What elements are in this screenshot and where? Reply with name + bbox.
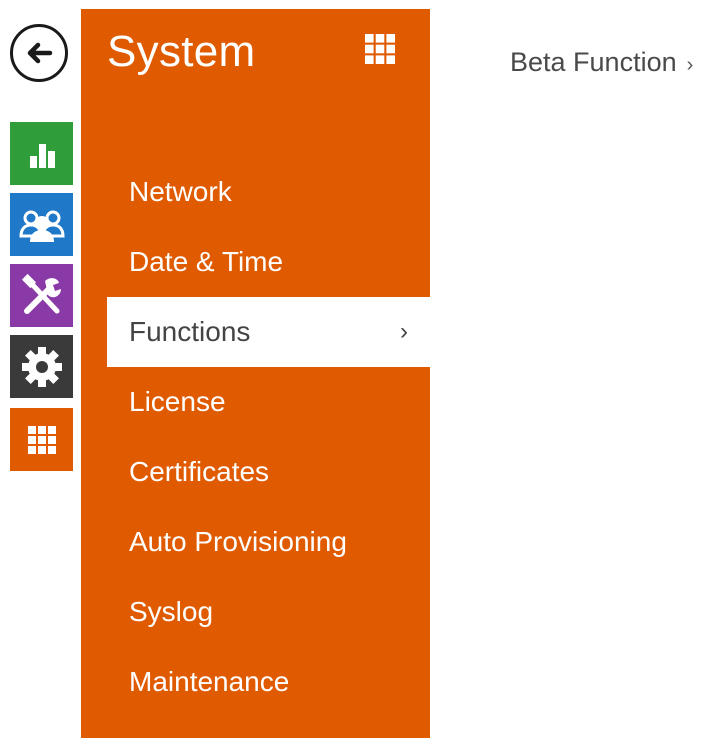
menu-item-network[interactable]: Network	[81, 157, 430, 227]
menu-item-license[interactable]: License	[81, 367, 430, 437]
rail-system-tile[interactable]	[10, 408, 73, 471]
rail-hardware-tile[interactable]	[10, 264, 73, 327]
bar-chart-icon	[29, 143, 55, 168]
menu-item-label: Syslog	[129, 596, 214, 627]
back-button[interactable]	[10, 24, 68, 82]
beta-function-label: Beta Function	[510, 47, 677, 77]
menu-item-label: Certificates	[129, 456, 270, 487]
menu-item-maintenance[interactable]: Maintenance	[81, 647, 430, 717]
menu-item-label: Maintenance	[129, 666, 290, 697]
chevron-right-icon: ›	[686, 54, 694, 76]
system-panel: System Network Date & Time Functions › L…	[81, 9, 430, 738]
chevron-right-icon: ›	[400, 318, 408, 345]
menu-item-label: License	[129, 386, 226, 417]
menu-item-auto-provisioning[interactable]: Auto Provisioning	[81, 507, 430, 577]
panel-title: System	[107, 27, 256, 76]
grid-icon	[27, 425, 56, 454]
beta-function-link[interactable]: Beta Function ›	[510, 42, 693, 85]
menu-item-label: Date & Time	[129, 246, 284, 277]
rail-directory-tile[interactable]	[10, 193, 73, 256]
gear-icon	[21, 346, 62, 387]
system-menu: Network Date & Time Functions › License …	[81, 157, 430, 717]
menu-item-certificates[interactable]: Certificates	[81, 437, 430, 507]
menu-item-label: Network	[129, 176, 232, 207]
menu-item-date-time[interactable]: Date & Time	[81, 227, 430, 297]
menu-item-functions[interactable]: Functions ›	[107, 297, 430, 367]
panel-grid-button[interactable]	[362, 31, 398, 67]
arrow-left-icon	[27, 42, 53, 64]
menu-item-syslog[interactable]: Syslog	[81, 577, 430, 647]
rail-status-tile[interactable]	[10, 122, 73, 185]
menu-item-label: Functions	[129, 316, 251, 347]
menu-item-label: Auto Provisioning	[129, 526, 347, 557]
users-icon	[18, 210, 65, 242]
tools-icon	[21, 273, 61, 314]
grid-icon	[365, 34, 395, 64]
rail-services-tile[interactable]	[10, 335, 73, 398]
